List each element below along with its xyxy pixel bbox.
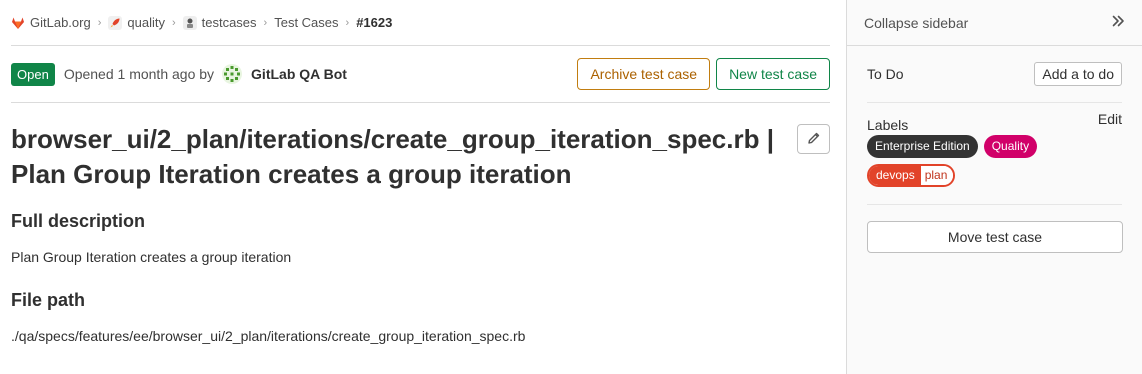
chevron-right-icon: › <box>263 16 268 29</box>
testcases-avatar-icon <box>182 15 197 30</box>
labels-section: Labels Edit Enterprise Edition Quality d… <box>867 103 1122 205</box>
label-quality[interactable]: Quality <box>983 135 1038 158</box>
breadcrumb-label: testcases <box>201 15 257 30</box>
opened-text: Opened 1 month ago by <box>63 66 215 82</box>
todo-label: To Do <box>867 66 904 82</box>
labels-header: Labels Edit <box>867 111 1122 133</box>
breadcrumb-label: quality <box>127 15 165 30</box>
description-text: Plan Group Iteration creates a group ite… <box>11 249 292 265</box>
chevron-right-icon: › <box>345 16 350 29</box>
main-content: GitLab.org › quality › testcases › Test … <box>11 0 830 374</box>
breadcrumb-testcases[interactable]: testcases <box>182 15 257 30</box>
file-path-text: ./qa/specs/features/ee/browser_ui/2_plan… <box>11 328 526 344</box>
title-row: browser_ui/2_plan/iterations/create_grou… <box>11 122 830 192</box>
scoped-label-key: devops <box>869 166 921 185</box>
file-path-heading: File path <box>11 290 86 310</box>
edit-labels-link[interactable]: Edit <box>1098 111 1122 133</box>
right-sidebar: Collapse sidebar To Do Add a to do Label… <box>846 0 1142 374</box>
collapse-sidebar-label: Collapse sidebar <box>864 14 969 31</box>
new-test-case-button[interactable]: New test case <box>716 58 830 90</box>
breadcrumb-label: Test Cases <box>274 15 339 30</box>
description-heading: Full description <box>11 211 146 231</box>
breadcrumb-issue-number[interactable]: #1623 <box>356 15 392 30</box>
todo-section: To Do Add a to do <box>867 46 1122 103</box>
chevron-right-icon: › <box>97 16 102 29</box>
pencil-icon <box>807 131 821 148</box>
move-test-case-button[interactable]: Move test case <box>867 221 1123 253</box>
breadcrumb-label: GitLab.org <box>30 15 91 30</box>
move-section: Move test case <box>867 221 1123 253</box>
add-todo-button[interactable]: Add a to do <box>1034 62 1122 86</box>
labels-list: Enterprise Edition Quality devops plan <box>867 135 1067 187</box>
status-badge: Open <box>11 62 55 86</box>
test-case-header: Open Opened 1 month ago by GitLab QA Bot… <box>11 46 830 103</box>
label-enterprise-edition[interactable]: Enterprise Edition <box>867 135 978 158</box>
breadcrumb-test-cases[interactable]: Test Cases <box>274 15 338 30</box>
edit-title-button[interactable] <box>797 124 830 154</box>
author-name[interactable]: GitLab QA Bot <box>251 66 347 82</box>
chevron-right-icon: › <box>171 16 176 29</box>
double-chevron-right-icon <box>1111 14 1125 31</box>
gitlab-tanuki-icon <box>11 16 25 30</box>
header-actions: Archive test case New test case <box>577 58 830 90</box>
labels-heading: Labels <box>867 117 909 133</box>
page-title: browser_ui/2_plan/iterations/create_grou… <box>11 124 774 189</box>
breadcrumb: GitLab.org › quality › testcases › Test … <box>11 0 830 46</box>
author-avatar[interactable] <box>221 63 243 85</box>
archive-test-case-button[interactable]: Archive test case <box>577 58 711 90</box>
label-devops-plan[interactable]: devops plan <box>867 164 956 187</box>
breadcrumb-gitlab-org[interactable]: GitLab.org <box>11 15 91 30</box>
breadcrumb-quality[interactable]: quality <box>108 15 165 30</box>
scoped-label-value: plan <box>920 166 954 185</box>
breadcrumb-label: #1623 <box>356 15 393 30</box>
rocket-icon <box>108 15 123 30</box>
collapse-sidebar-button[interactable]: Collapse sidebar <box>847 0 1142 46</box>
